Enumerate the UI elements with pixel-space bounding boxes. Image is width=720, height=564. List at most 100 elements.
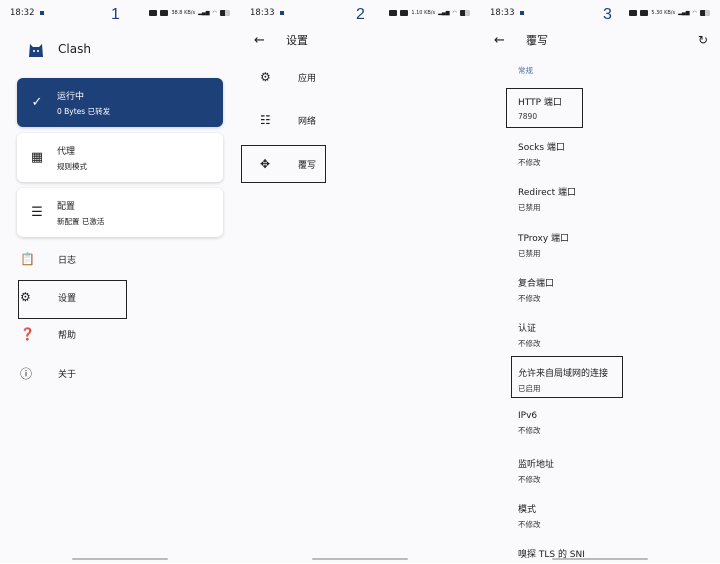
status-time: 18:32	[10, 8, 35, 18]
wifi-icon: ◠	[692, 10, 697, 16]
gesture-bar[interactable]	[72, 558, 168, 560]
status-bar: 18:32 38.8 KB/s ▂▄▆ ◠	[10, 7, 230, 19]
grid-icon: ▦	[30, 150, 44, 165]
status-time: 18:33	[490, 8, 515, 18]
gesture-bar[interactable]	[552, 558, 648, 560]
app-bar: ← 设置	[240, 30, 480, 50]
settings-network[interactable]: ☷ 网络	[260, 113, 316, 127]
battery-icon	[220, 10, 230, 16]
override-item[interactable]: 模式 不修改	[518, 502, 541, 530]
highlight-box	[241, 145, 326, 183]
override-screen: 18:33 5.30 KB/s ▂▄▆ ◠ 3 ← 覆写 ↻ 常规 HTTP 端口 789…	[480, 0, 720, 563]
item-label: TProxy 端口	[518, 233, 570, 244]
status-bar: 18:33 5.30 KB/s ▂▄▆ ◠	[490, 7, 710, 19]
profile-subtitle: 新配置 已激活	[57, 216, 105, 226]
signal-icon: ▂▄▆	[438, 10, 450, 16]
highlight-box	[18, 280, 127, 319]
vpn-icon	[160, 10, 169, 16]
proxy-mode: 规则模式	[57, 161, 87, 171]
settings-app[interactable]: ⚙ 应用	[260, 70, 316, 84]
wifi-icon: ◠	[452, 10, 457, 16]
status-subtitle: 0 Bytes 已转发	[57, 106, 111, 116]
menu-label: 日志	[58, 255, 77, 266]
notification-icon	[279, 11, 284, 15]
network-speed: 5.30 KB/s	[651, 10, 676, 16]
wifi-icon: ◠	[212, 10, 217, 16]
proxy-title: 代理	[57, 146, 76, 157]
item-value: 已禁用	[518, 203, 541, 213]
clash-cat-logo	[26, 38, 46, 58]
app-title: Clash	[58, 42, 91, 56]
battery-icon	[700, 10, 710, 16]
item-value: 不修改	[518, 474, 541, 484]
item-label: Redirect 端口	[518, 188, 576, 199]
menu-label: 帮助	[58, 330, 77, 341]
page-title: 覆写	[526, 34, 548, 47]
vpn-icon	[400, 10, 409, 16]
override-item[interactable]: 复合端口 不修改	[518, 276, 554, 304]
signal-icon: ▂▄▆	[198, 10, 210, 16]
proxy-card[interactable]: ▦ 代理规则模式	[17, 133, 223, 182]
override-item[interactable]: TProxy 端口 已禁用	[518, 231, 569, 259]
signal-icon: ▂▄▆	[678, 10, 690, 16]
menu-label: 关于	[58, 370, 77, 380]
gear-icon: ⚙	[260, 70, 271, 84]
menu-logs[interactable]: 📋 日志	[20, 252, 76, 266]
menu-about[interactable]: ⓘ 关于	[20, 365, 76, 382]
dns-icon: ☷	[260, 113, 271, 127]
step-number: 1	[111, 6, 120, 23]
item-label: 认证	[518, 324, 537, 334]
item-label: 监听地址	[518, 459, 555, 470]
check-circle-icon: ✓	[31, 95, 43, 110]
item-value: 不修改	[518, 158, 541, 168]
menu-help[interactable]: ❓ 帮助	[20, 327, 76, 341]
alarm-icon	[389, 10, 398, 16]
item-value: 不修改	[518, 293, 541, 303]
section-header: 常规	[518, 66, 533, 75]
notification-icon	[39, 11, 44, 15]
item-label: 复合端口	[518, 278, 555, 289]
network-speed: 1.10 KB/s	[411, 10, 436, 16]
settings-screen: 18:33 1.10 KB/s ▂▄▆ ◠ 2 ← 设置 ⚙ 应用 ☷ 网络 ✥ 覆写	[240, 0, 480, 563]
override-item[interactable]: Redirect 端口 已禁用	[518, 185, 576, 213]
override-item[interactable]: Socks 端口 不修改	[518, 140, 565, 168]
step-number: 3	[603, 6, 612, 23]
item-label: 模式	[518, 504, 537, 515]
network-speed: 38.8 KB/s	[171, 10, 196, 16]
notification-icon	[519, 11, 524, 15]
back-arrow-icon[interactable]: ←	[494, 33, 514, 48]
reset-icon[interactable]: ↻	[698, 33, 708, 47]
override-item[interactable]: 认证 不修改	[518, 321, 541, 349]
item-value: 不修改	[518, 426, 541, 436]
alarm-icon	[149, 10, 158, 16]
app-bar: ← 覆写 ↻	[480, 30, 720, 50]
override-item[interactable]: IPv6 不修改	[518, 411, 541, 436]
profile-card[interactable]: ☰ 配置新配置 已激活	[17, 188, 223, 237]
clash-home-screen: 18:32 38.8 KB/s ▂▄▆ ◠ 1 Clash ✓ 运行中 0 Bytes…	[0, 0, 240, 563]
gesture-bar[interactable]	[312, 558, 408, 560]
vpn-icon	[640, 10, 649, 16]
item-value: 不修改	[518, 519, 541, 529]
highlight-box	[511, 356, 623, 398]
item-value: 不修改	[518, 339, 541, 348]
profile-title: 配置	[57, 201, 76, 212]
clipboard-icon: 📋	[20, 252, 35, 266]
item-value: 已禁用	[518, 248, 541, 258]
alarm-icon	[629, 10, 638, 16]
override-item[interactable]: 嗅探 TLS 的 SNI	[518, 547, 585, 564]
highlight-box	[506, 88, 583, 128]
override-item[interactable]: 监听地址 不修改	[518, 457, 554, 485]
item-label: IPv6	[518, 411, 538, 422]
back-arrow-icon[interactable]: ←	[254, 33, 274, 48]
item-label: 网络	[298, 116, 317, 127]
item-label: Socks 端口	[518, 143, 565, 154]
list-icon: ☰	[31, 205, 43, 220]
info-icon: ⓘ	[20, 367, 33, 381]
battery-icon	[460, 10, 470, 16]
help-icon: ❓	[20, 327, 35, 341]
step-number: 2	[356, 6, 365, 23]
status-card[interactable]: ✓ 运行中 0 Bytes 已转发	[17, 78, 223, 127]
page-title: 设置	[286, 34, 308, 47]
status-title: 运行中	[57, 91, 85, 102]
status-time: 18:33	[250, 8, 275, 18]
